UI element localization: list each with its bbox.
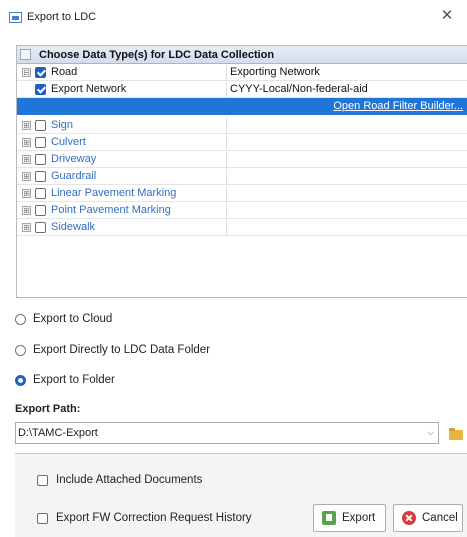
title-bar: Export to LDC ✕: [0, 0, 467, 34]
header-select-all-checkbox[interactable]: [20, 49, 31, 60]
export-network-checkbox[interactable]: [35, 84, 46, 95]
export-path-label: Export Path:: [15, 403, 81, 415]
export-to-ldc-folder-radio[interactable]: [15, 344, 26, 356]
export-button[interactable]: Export: [313, 504, 386, 532]
cancel-button[interactable]: Cancel: [393, 504, 463, 532]
culvert-label[interactable]: Culvert: [51, 136, 86, 148]
driveway-label[interactable]: Driveway: [51, 153, 96, 165]
sign-checkbox[interactable]: [35, 120, 46, 131]
point-pavement-marking-label[interactable]: Point Pavement Marking: [51, 204, 171, 216]
guardrail-label[interactable]: Guardrail: [51, 170, 96, 182]
tree-row-sign[interactable]: ⊞ Sign: [17, 118, 467, 134]
road-value: Exporting Network: [230, 66, 320, 78]
sign-label[interactable]: Sign: [51, 119, 73, 131]
export-path-input[interactable]: [18, 425, 418, 441]
sidewalk-checkbox[interactable]: [35, 222, 46, 233]
export-to-ldc-icon: [9, 11, 22, 23]
culvert-checkbox[interactable]: [35, 137, 46, 148]
dialog-footer: Include Attached Documents Export FW Cor…: [15, 453, 467, 537]
road-label: Road: [51, 66, 78, 78]
export-network-label: Export Network: [51, 83, 127, 95]
expand-icon[interactable]: ⊞: [22, 155, 31, 164]
export-to-folder-radio[interactable]: [15, 374, 26, 386]
open-road-filter-builder-link[interactable]: Open Road Filter Builder...: [333, 100, 463, 112]
export-fw-history-checkbox[interactable]: [37, 512, 48, 524]
export-to-ldc-folder-label: Export Directly to LDC Data Folder: [33, 344, 211, 356]
expand-icon[interactable]: ⊞: [22, 138, 31, 147]
data-type-tree: Choose Data Type(s) for LDC Data Collect…: [16, 45, 467, 298]
tree-row-sidewalk[interactable]: ⊞ Sidewalk: [17, 220, 467, 236]
guardrail-checkbox[interactable]: [35, 171, 46, 182]
point-pavement-marking-checkbox[interactable]: [35, 205, 46, 216]
collapse-icon[interactable]: ⊟: [22, 68, 31, 77]
export-to-cloud-option[interactable]: Export to Cloud: [15, 313, 112, 325]
folder-icon[interactable]: [447, 425, 465, 441]
export-button-label: Export: [342, 512, 376, 524]
expand-icon[interactable]: ⊞: [22, 172, 31, 181]
chevron-down-icon[interactable]: ⌵: [427, 427, 434, 438]
expand-icon[interactable]: ⊞: [22, 189, 31, 198]
export-to-cloud-radio[interactable]: [15, 313, 26, 325]
sidewalk-label[interactable]: Sidewalk: [51, 221, 95, 233]
expand-icon[interactable]: ⊞: [22, 223, 31, 232]
expand-icon[interactable]: ⊞: [22, 121, 31, 130]
linear-pavement-marking-label[interactable]: Linear Pavement Marking: [51, 187, 176, 199]
tree-row-culvert[interactable]: ⊞ Culvert: [17, 135, 467, 151]
close-button[interactable]: ✕: [439, 8, 455, 24]
tree-row-point-pavement-marking[interactable]: ⊞ Point Pavement Marking: [17, 203, 467, 219]
road-checkbox[interactable]: [35, 67, 46, 78]
cancel-button-label: Cancel: [422, 512, 458, 524]
tree-row-export-network[interactable]: Export Network CYYY-Local/Non-federal-ai…: [17, 82, 467, 98]
export-to-cloud-label: Export to Cloud: [33, 313, 113, 325]
export-to-folder-option[interactable]: Export to Folder: [15, 374, 115, 386]
tree-header: Choose Data Type(s) for LDC Data Collect…: [17, 46, 467, 64]
expand-icon[interactable]: ⊞: [22, 206, 31, 215]
road-filter-row[interactable]: Open Road Filter Builder...: [17, 98, 467, 115]
export-path-combobox[interactable]: ⌵: [15, 422, 439, 444]
export-icon: [322, 511, 336, 525]
linear-pavement-marking-checkbox[interactable]: [35, 188, 46, 199]
tree-row-guardrail[interactable]: ⊞ Guardrail: [17, 169, 467, 185]
export-to-folder-label: Export to Folder: [33, 374, 115, 386]
export-to-ldc-folder-option[interactable]: Export Directly to LDC Data Folder: [15, 344, 210, 356]
tree-row-linear-pavement-marking[interactable]: ⊞ Linear Pavement Marking: [17, 186, 467, 202]
export-fw-history-label: Export FW Correction Request History: [56, 512, 252, 524]
driveway-checkbox[interactable]: [35, 154, 46, 165]
include-attached-documents-checkbox[interactable]: [37, 474, 48, 486]
tree-row-road[interactable]: ⊟ Road Exporting Network: [17, 65, 467, 81]
include-attached-documents-option[interactable]: Include Attached Documents: [37, 474, 202, 486]
export-fw-history-option[interactable]: Export FW Correction Request History: [37, 512, 252, 524]
tree-header-label: Choose Data Type(s) for LDC Data Collect…: [39, 49, 275, 61]
include-attached-documents-label: Include Attached Documents: [56, 474, 203, 486]
window-title: Export to LDC: [27, 11, 97, 23]
tree-row-driveway[interactable]: ⊞ Driveway: [17, 152, 467, 168]
cancel-icon: [402, 511, 416, 525]
export-network-value[interactable]: CYYY-Local/Non-federal-aid: [230, 83, 368, 95]
